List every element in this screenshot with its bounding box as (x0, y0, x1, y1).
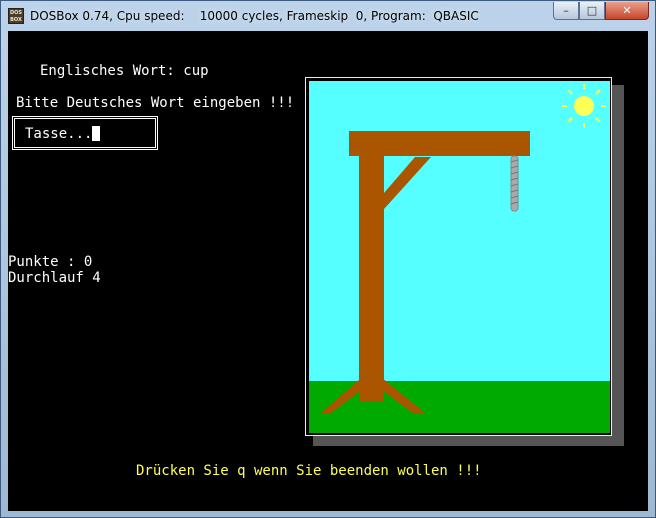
translation-prompt: Bitte Deutsches Wort eingeben !!! (16, 95, 295, 111)
gallows-post (359, 156, 384, 401)
gallows-beam (349, 131, 530, 156)
window-title: DOSBox 0.74, Cpu speed: 10000 cycles, Fr… (30, 9, 479, 23)
noose-rope (510, 155, 519, 212)
window-controls: – □ ✕ (553, 2, 649, 20)
gallows-scene (309, 81, 610, 433)
score-label: Punkte : 0 (8, 254, 93, 270)
round-label: Durchlauf 4 (8, 270, 101, 286)
dos-screen[interactable]: Englisches Wort: cup Bitte Deutsches Wor… (8, 31, 648, 511)
english-word-label: Englisches Wort: cup (40, 63, 209, 79)
quit-hint: Drücken Sie q wenn Sie beenden wollen !!… (136, 463, 482, 479)
answer-input-value[interactable]: Tasse... (25, 126, 101, 142)
close-button[interactable]: ✕ (605, 2, 649, 20)
dosbox-window: DOS BOX DOSBox 0.74, Cpu speed: 10000 cy… (0, 0, 656, 518)
answer-input[interactable]: Tasse... (12, 116, 158, 150)
dosbox-icon[interactable]: DOS BOX (8, 8, 24, 24)
maximize-button[interactable]: □ (579, 2, 605, 20)
title-bar[interactable]: DOS BOX DOSBox 0.74, Cpu speed: 10000 cy… (1, 1, 655, 31)
minimize-button[interactable]: – (553, 2, 579, 20)
text-cursor (92, 126, 101, 141)
